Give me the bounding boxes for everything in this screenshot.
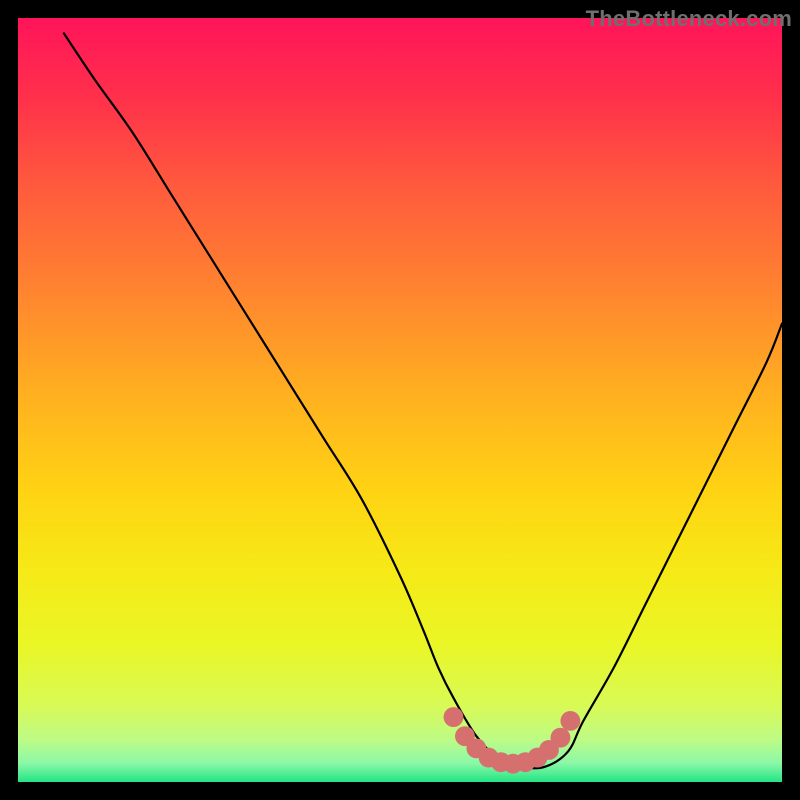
chart-frame: TheBottleneck.com xyxy=(0,0,800,800)
chart-plot xyxy=(18,18,782,782)
optimal-zone-marker xyxy=(551,728,571,748)
watermark: TheBottleneck.com xyxy=(586,6,792,32)
optimal-zone-marker xyxy=(444,707,464,727)
optimal-zone-marker xyxy=(560,711,580,731)
